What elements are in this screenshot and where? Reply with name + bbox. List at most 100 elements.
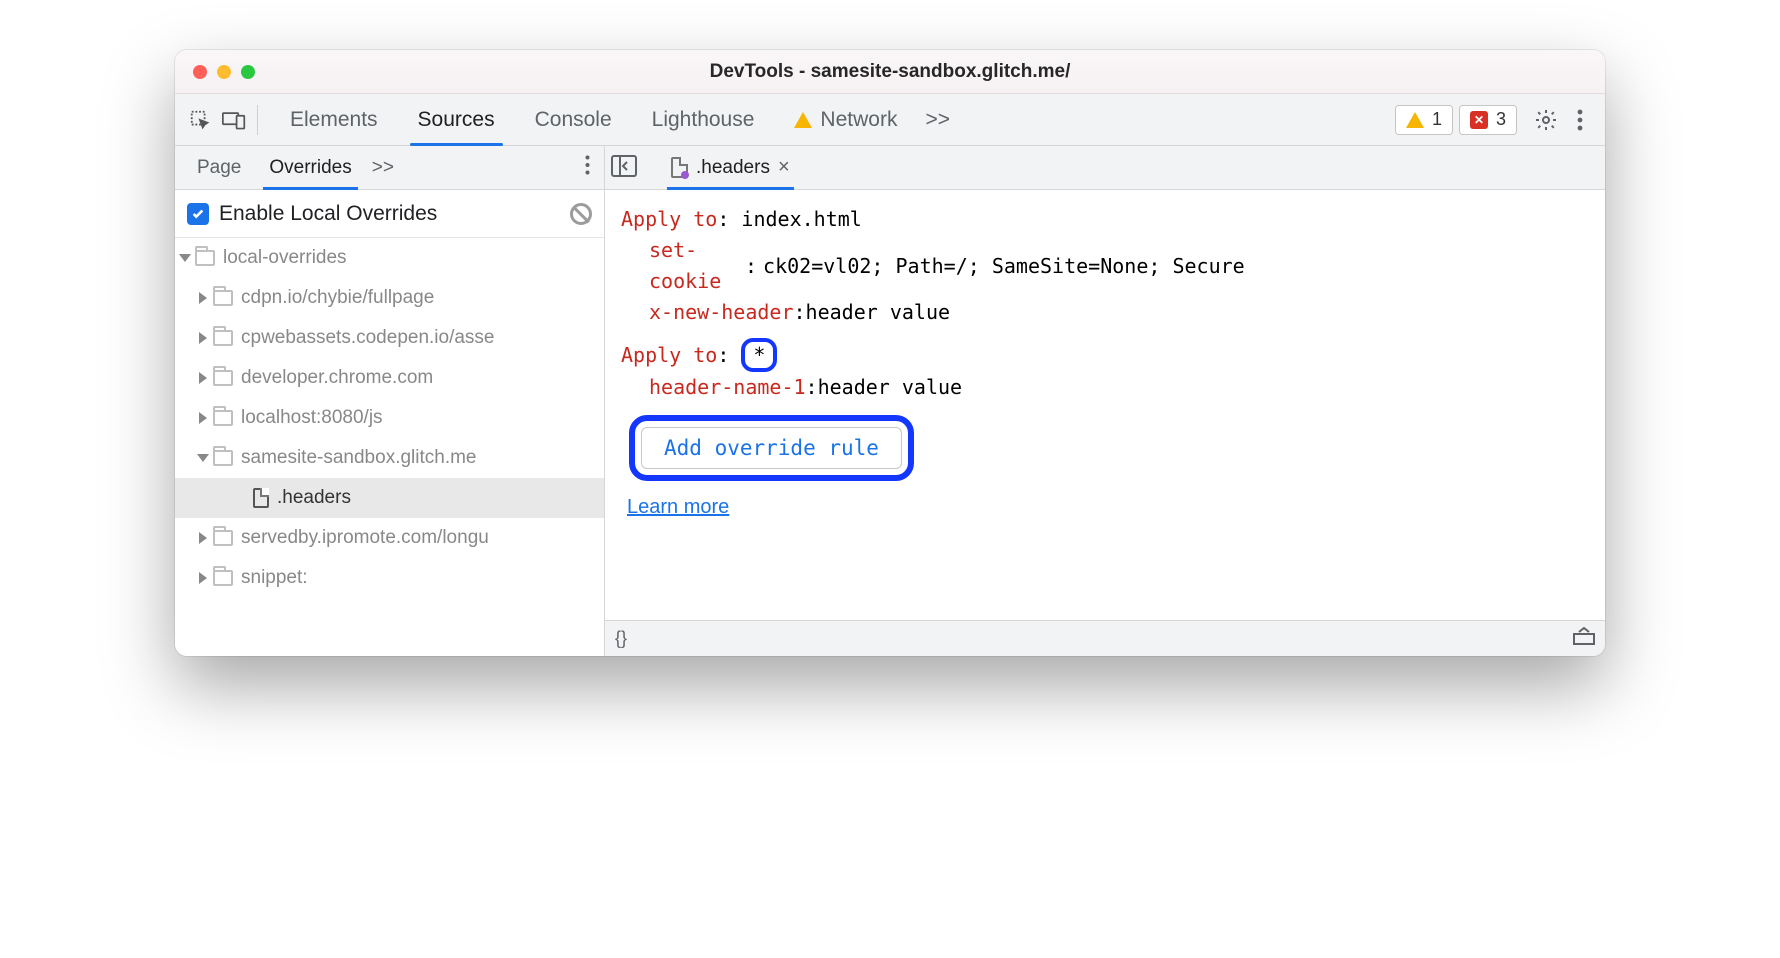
editor-pane: .headers × Apply to: index.html set-cook…: [605, 146, 1605, 656]
chevron-right-icon: [199, 292, 207, 304]
warning-icon: [1406, 112, 1424, 128]
tree-folder-root[interactable]: local-overrides: [175, 238, 604, 278]
warnings-badge[interactable]: 1: [1395, 105, 1453, 135]
main-tab-bar: Elements Sources Console Lighthouse Netw…: [175, 94, 1605, 146]
tree-folder[interactable]: servedby.ipromote.com/longu: [175, 518, 604, 558]
apply-to-label: Apply to: [621, 343, 717, 367]
subtabs-overflow[interactable]: >>: [366, 146, 400, 190]
editor-tabbar: .headers ×: [605, 146, 1605, 190]
sources-body: Page Overrides >> Enable Local Overrides: [175, 146, 1605, 656]
divider: [257, 105, 258, 135]
pretty-print-icon[interactable]: {}: [615, 628, 627, 649]
devtools-window: DevTools - samesite-sandbox.glitch.me/ E…: [175, 50, 1605, 656]
tabs-overflow[interactable]: >>: [917, 94, 958, 146]
tab-console[interactable]: Console: [515, 94, 632, 146]
toggle-drawer-icon[interactable]: [1573, 627, 1595, 650]
apply-to-label: Apply to: [621, 207, 717, 231]
tree-label: localhost:8080/js: [241, 407, 383, 429]
apply-to-target: index.html: [741, 207, 861, 231]
minimize-icon[interactable]: [217, 65, 231, 79]
tab-lighthouse[interactable]: Lighthouse: [632, 94, 775, 146]
more-menu-icon[interactable]: [1563, 103, 1597, 137]
file-icon: [253, 488, 269, 508]
errors-count: 3: [1496, 109, 1506, 130]
gear-icon[interactable]: [1529, 103, 1563, 137]
subtab-overrides[interactable]: Overrides: [255, 146, 365, 190]
tab-elements[interactable]: Elements: [270, 94, 398, 146]
folder-icon: [213, 450, 233, 466]
tree-label: servedby.ipromote.com/longu: [241, 527, 489, 549]
navigator-tabs: Page Overrides >>: [175, 146, 604, 190]
chevron-down-icon: [179, 254, 191, 262]
main-tabs: Elements Sources Console Lighthouse Netw…: [270, 94, 958, 146]
enable-overrides-label: Enable Local Overrides: [219, 202, 437, 226]
chevron-right-icon: [199, 572, 207, 584]
learn-more-link[interactable]: Learn more: [627, 496, 729, 518]
subtab-page[interactable]: Page: [183, 146, 255, 190]
tree-folder[interactable]: localhost:8080/js: [175, 398, 604, 438]
editor-tab-label: .headers: [696, 157, 770, 179]
inspect-element-icon[interactable]: [183, 103, 217, 137]
traffic-lights: [175, 65, 255, 79]
tree-folder[interactable]: samesite-sandbox.glitch.me: [175, 438, 604, 478]
tree-folder[interactable]: developer.chrome.com: [175, 358, 604, 398]
tree-label: local-overrides: [223, 247, 347, 269]
editor-tab-headers[interactable]: .headers ×: [659, 146, 802, 190]
headers-editor[interactable]: Apply to: index.html set-cookie : ck02=v…: [605, 190, 1605, 620]
header-name: header-name-1: [649, 372, 806, 403]
tree-label: snippet:: [241, 567, 308, 589]
tree-folder[interactable]: snippet:: [175, 558, 604, 598]
tab-network[interactable]: Network: [774, 94, 917, 146]
tree-file-headers[interactable]: .headers: [175, 478, 604, 518]
enable-overrides-bar: Enable Local Overrides: [175, 190, 604, 238]
tree-label: .headers: [277, 487, 351, 509]
folder-icon: [213, 410, 233, 426]
folder-icon: [213, 330, 233, 346]
folder-icon: [213, 530, 233, 546]
folder-icon: [213, 370, 233, 386]
header-value: header value: [806, 297, 951, 328]
maximize-icon[interactable]: [241, 65, 255, 79]
tab-sources[interactable]: Sources: [398, 94, 515, 146]
warnings-count: 1: [1432, 109, 1442, 130]
folder-icon: [213, 570, 233, 586]
tree-label: cdpn.io/chybie/fullpage: [241, 287, 434, 309]
window-title: DevTools - samesite-sandbox.glitch.me/: [175, 61, 1605, 83]
header-name: x-new-header: [649, 297, 794, 328]
toggle-navigator-icon[interactable]: [611, 155, 641, 181]
apply-to-target: *: [753, 343, 765, 367]
apply-to-target-highlight[interactable]: *: [741, 338, 777, 372]
folder-icon: [195, 250, 215, 266]
errors-badge[interactable]: ✕ 3: [1459, 105, 1517, 135]
header-value: ck02=vl02; Path=/; SameSite=None; Secure: [763, 251, 1245, 282]
header-name: set-cookie: [649, 235, 739, 297]
device-toolbar-icon[interactable]: [217, 103, 251, 137]
chevron-right-icon: [199, 372, 207, 384]
enable-overrides-checkbox[interactable]: [187, 203, 209, 225]
header-row[interactable]: x-new-header: header value: [649, 297, 1589, 328]
tree-label: cpwebassets.codepen.io/asse: [241, 327, 495, 349]
file-modified-icon: [671, 157, 688, 178]
header-row[interactable]: set-cookie : ck02=vl02; Path=/; SameSite…: [649, 235, 1589, 297]
clear-overrides-icon[interactable]: [570, 203, 592, 225]
navigator-more-icon[interactable]: [579, 154, 596, 182]
tab-network-label: Network: [820, 108, 897, 132]
tree-folder[interactable]: cpwebassets.codepen.io/asse: [175, 318, 604, 358]
chevron-right-icon: [199, 332, 207, 344]
header-value: header value: [818, 372, 963, 403]
error-icon: ✕: [1470, 111, 1488, 129]
folder-icon: [213, 290, 233, 306]
add-override-rule-button[interactable]: Add override rule: [641, 427, 902, 469]
warning-icon: [794, 112, 812, 128]
header-row[interactable]: header-name-1: header value: [649, 372, 1589, 403]
close-icon[interactable]: [193, 65, 207, 79]
chevron-right-icon: [199, 412, 207, 424]
tree-folder[interactable]: cdpn.io/chybie/fullpage: [175, 278, 604, 318]
navigator-pane: Page Overrides >> Enable Local Overrides: [175, 146, 605, 656]
chevron-right-icon: [199, 532, 207, 544]
editor-statusbar: {}: [605, 620, 1605, 656]
tree-label: samesite-sandbox.glitch.me: [241, 447, 477, 469]
close-tab-icon[interactable]: ×: [778, 156, 790, 179]
add-rule-highlight: Add override rule: [629, 415, 914, 481]
chevron-down-icon: [197, 454, 209, 462]
